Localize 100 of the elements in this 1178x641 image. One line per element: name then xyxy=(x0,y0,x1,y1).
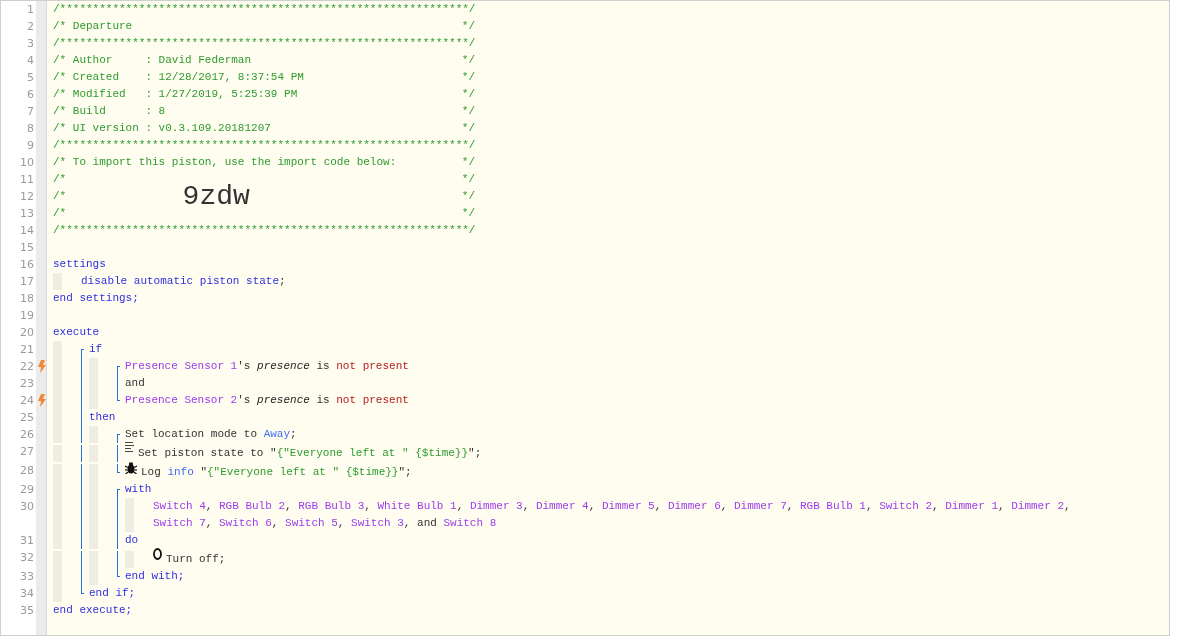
device-name: Switch 8 xyxy=(443,517,497,529)
code-comment: /* xyxy=(53,206,67,221)
device-name: RGB Bulb 1 xyxy=(799,500,866,512)
code-text: , xyxy=(205,500,214,512)
device-name: Switch 5 xyxy=(285,517,338,529)
code-text: , xyxy=(1064,500,1072,512)
code-text: ; xyxy=(290,428,297,440)
line-number: 8 xyxy=(26,121,35,137)
code-comment: /**************************************************************/ xyxy=(53,224,476,236)
code-text: Set location mode to xyxy=(125,428,259,440)
line-number: 2 xyxy=(26,19,35,35)
code-comment: /* Author : David Federman xyxy=(53,53,252,68)
code-comment: /* To import this piston, use the import code below: xyxy=(53,155,397,170)
code-text: , xyxy=(205,517,214,529)
comment-end: */ xyxy=(461,155,475,170)
code-text: , xyxy=(588,500,597,512)
code-text: is xyxy=(315,394,331,406)
code-keyword: settings xyxy=(53,258,106,270)
line-number: 13 xyxy=(19,206,35,222)
line-number: 33 xyxy=(19,569,35,585)
line-number: 24 xyxy=(19,393,35,409)
line-number: 20 xyxy=(19,325,35,341)
code-keyword: end execute; xyxy=(53,604,133,616)
line-number: 19 xyxy=(19,308,35,324)
line-number: 27 xyxy=(19,444,35,460)
bracket-line xyxy=(117,445,120,462)
comment-end: */ xyxy=(461,70,475,85)
line-number: 12 xyxy=(19,189,35,205)
line-number: 29 xyxy=(19,482,35,498)
device-name: Switch 6 xyxy=(219,517,272,529)
code-comment: /* UI version : v0.3.109.20181207 xyxy=(53,121,271,136)
device-name: Switch 3 xyxy=(351,517,404,529)
line-number: 17 xyxy=(19,274,35,290)
code-text: "; xyxy=(468,447,482,459)
line-number: 26 xyxy=(19,427,35,443)
device-name: White Bulb 1 xyxy=(377,500,457,512)
device-name: Dimmer 4 xyxy=(535,500,589,512)
attribute-name: presence xyxy=(257,360,310,372)
bracket-line xyxy=(117,434,120,443)
code-text: 's xyxy=(237,360,252,372)
code-value: info xyxy=(167,466,194,478)
bracket-line xyxy=(117,464,120,473)
comment-end: */ xyxy=(461,189,475,204)
code-keyword: do xyxy=(125,534,139,546)
line-number: 18 xyxy=(19,291,35,307)
code-keyword: disable automatic piston state xyxy=(81,275,280,287)
line-number: 3 xyxy=(26,36,35,52)
device-name: RGB Bulb 3 xyxy=(298,500,365,512)
code-text: 's xyxy=(237,394,252,406)
code-keyword: end with; xyxy=(125,570,185,582)
line-number: 21 xyxy=(19,342,35,358)
code-text: " xyxy=(199,466,207,478)
comment-end: */ xyxy=(461,172,475,187)
comment-end: */ xyxy=(461,206,475,221)
code-text: Turn off; xyxy=(166,553,226,565)
line-number: 31 xyxy=(19,533,35,549)
device-name: Presence Sensor 1 xyxy=(125,360,238,372)
device-name: RGB Bulb 2 xyxy=(219,500,286,512)
bug-icon xyxy=(125,461,137,474)
line-number: 32 xyxy=(19,550,35,566)
code-text: "; xyxy=(398,466,412,478)
code-comment: /* xyxy=(53,172,67,187)
code-text: , xyxy=(654,500,663,512)
device-name: Dimmer 5 xyxy=(601,500,655,512)
line-number: 11 xyxy=(19,172,35,188)
code-comment: /* Build : 8 xyxy=(53,104,166,119)
comment-end: */ xyxy=(461,19,475,34)
code-keyword: end settings; xyxy=(53,292,139,304)
attribute-name: presence xyxy=(257,394,310,406)
comment-end: */ xyxy=(461,121,475,136)
code-keyword: execute xyxy=(53,326,100,338)
text-lines-icon xyxy=(125,442,134,452)
code-text: , xyxy=(364,500,372,512)
device-name: Switch 7 xyxy=(153,517,206,529)
device-name: Switch 4 xyxy=(153,500,206,512)
comparison-operator: not present xyxy=(336,360,409,372)
comment-end: */ xyxy=(461,104,475,119)
code-value: Away xyxy=(263,428,291,440)
line-number: 6 xyxy=(26,87,35,103)
ring-icon xyxy=(153,548,162,560)
line-number: 25 xyxy=(19,410,35,426)
code-text: is xyxy=(315,360,331,372)
device-name: Dimmer 6 xyxy=(667,500,721,512)
code-comment: /* Created : 12/28/2017, 8:37:54 PM xyxy=(53,70,304,85)
device-name: Dimmer 3 xyxy=(469,500,523,512)
lightning-bolt-icon xyxy=(37,394,46,407)
comment-end: */ xyxy=(461,87,475,102)
line-number: 34 xyxy=(19,586,35,602)
device-name: Dimmer 7 xyxy=(733,500,787,512)
comment-end: */ xyxy=(461,53,475,68)
string-literal: {"Everyone left at " {$time}} xyxy=(276,447,469,459)
code-text: , xyxy=(720,500,729,512)
line-number: 7 xyxy=(26,104,35,120)
code-text: Log xyxy=(141,466,162,478)
device-name: Dimmer 2 xyxy=(1011,500,1064,512)
line-number: 14 xyxy=(19,223,35,239)
code-text: , xyxy=(456,500,465,512)
code-text: , and xyxy=(403,517,438,529)
code-text: , xyxy=(271,517,280,529)
code-text: , xyxy=(998,500,1006,512)
